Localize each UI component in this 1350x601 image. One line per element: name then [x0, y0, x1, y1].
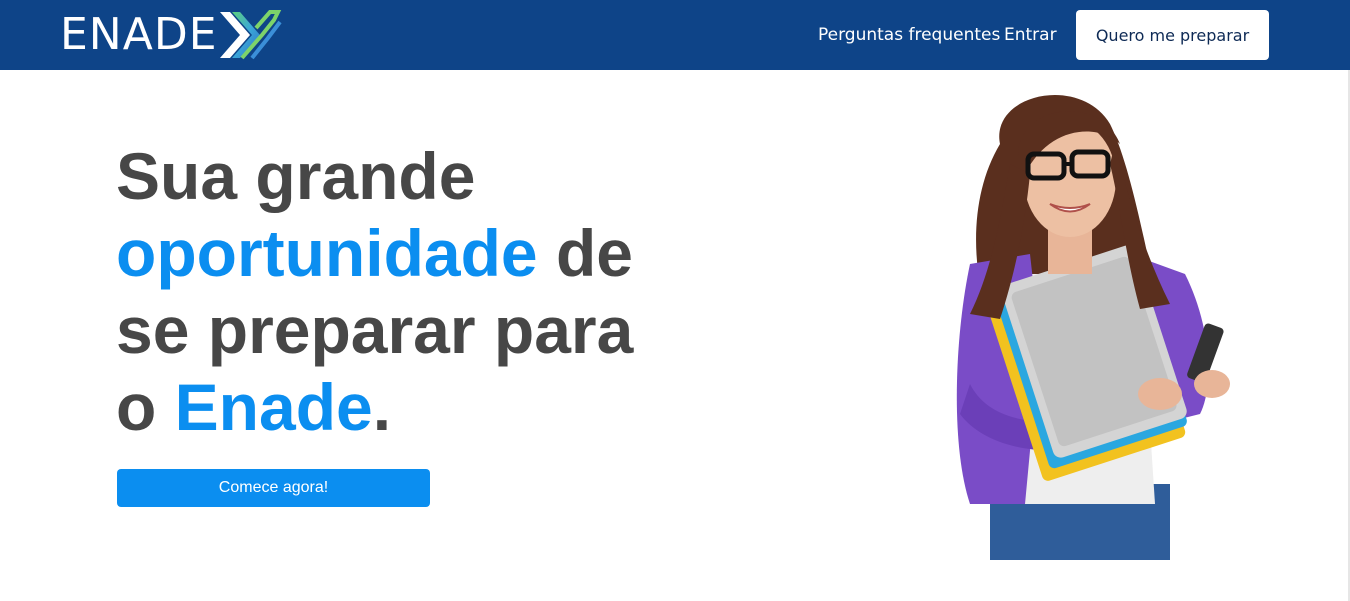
- hero-headline: Sua grande oportunidade de se preparar p…: [116, 138, 676, 446]
- headline-line-4-prefix: o: [116, 370, 175, 444]
- navbar: ENADE Perguntas frequentes Entrar Quero …: [0, 0, 1350, 70]
- headline-line-1: Sua grande: [116, 139, 476, 213]
- nav-login-link[interactable]: Entrar: [1004, 25, 1057, 45]
- quero-me-preparar-button[interactable]: Quero me preparar: [1076, 10, 1269, 60]
- nav-faq-link[interactable]: Perguntas frequentes: [818, 25, 1000, 45]
- headline-highlight-oportunidade: oportunidade: [116, 216, 538, 290]
- headline-line-4-suffix: .: [372, 370, 392, 444]
- logo-x-icon: [219, 10, 282, 60]
- logo-wordmark: ENADE: [60, 9, 218, 60]
- comece-agora-button[interactable]: Comece agora!: [117, 469, 430, 507]
- student-photo-image: [956, 95, 1230, 560]
- headline-line-2-rest: de: [537, 216, 633, 290]
- headline-line-3: se preparar para: [116, 293, 634, 367]
- enadex-logo[interactable]: ENADE: [60, 8, 292, 62]
- headline-highlight-enade: Enade: [174, 370, 373, 444]
